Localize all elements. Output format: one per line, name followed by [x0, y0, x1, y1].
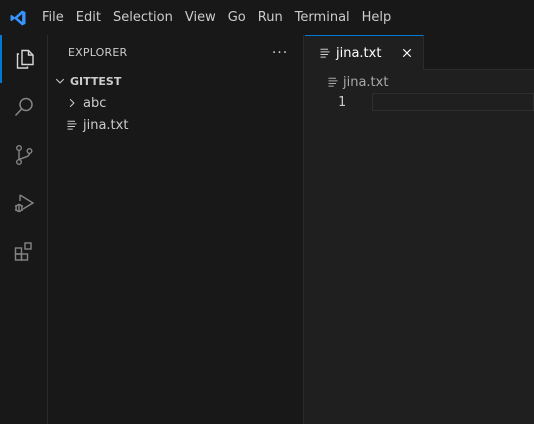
- menu-bar: File Edit Selection View Go Run Terminal…: [36, 0, 397, 35]
- source-control-icon[interactable]: [0, 131, 48, 179]
- menu-edit[interactable]: Edit: [70, 0, 107, 35]
- close-icon[interactable]: [399, 45, 415, 61]
- current-line-highlight[interactable]: [372, 93, 534, 111]
- tree-item-label: abc: [83, 95, 107, 111]
- title-bar: File Edit Selection View Go Run Terminal…: [0, 0, 534, 35]
- menu-help[interactable]: Help: [356, 0, 398, 35]
- editor-tabs: jina.txt: [305, 35, 534, 70]
- text-file-icon: [327, 76, 339, 88]
- explorer-icon[interactable]: [0, 35, 48, 83]
- tree-item-abc[interactable]: abc: [48, 92, 303, 114]
- activity-bar: [0, 35, 48, 424]
- sidebar-header: EXPLORER ···: [48, 35, 303, 70]
- tab-label: jina.txt: [336, 45, 382, 61]
- search-icon[interactable]: [0, 83, 48, 131]
- more-actions-icon[interactable]: ···: [269, 42, 291, 64]
- menu-terminal[interactable]: Terminal: [289, 0, 356, 35]
- workspace-section-header[interactable]: GITTEST: [48, 70, 303, 92]
- editor-area: jina.txt jina.txt 1: [305, 35, 534, 424]
- tab-jina-txt[interactable]: jina.txt: [305, 35, 424, 70]
- breadcrumb-item: jina.txt: [343, 74, 389, 90]
- tree-item-label: jina.txt: [83, 117, 129, 133]
- chevron-right-icon: [64, 95, 80, 111]
- text-file-icon: [319, 47, 331, 59]
- menu-selection[interactable]: Selection: [107, 0, 179, 35]
- menu-file[interactable]: File: [36, 0, 70, 35]
- run-debug-icon[interactable]: [0, 179, 48, 227]
- line-number: 1: [338, 95, 346, 110]
- extensions-icon[interactable]: [0, 227, 48, 275]
- menu-go[interactable]: Go: [222, 0, 252, 35]
- chevron-down-icon: [52, 73, 68, 89]
- tree-item-jina-txt[interactable]: jina.txt: [48, 114, 303, 136]
- menu-view[interactable]: View: [179, 0, 222, 35]
- explorer-sidebar: EXPLORER ··· GITTEST abc jina.txt: [48, 35, 304, 424]
- code-line[interactable]: 1: [305, 93, 534, 112]
- menu-run[interactable]: Run: [252, 0, 289, 35]
- workspace-title: GITTEST: [70, 74, 122, 88]
- sidebar-title: EXPLORER: [68, 46, 128, 59]
- text-file-icon: [64, 117, 80, 133]
- breadcrumb[interactable]: jina.txt: [305, 71, 534, 93]
- vscode-logo-icon: [0, 0, 36, 35]
